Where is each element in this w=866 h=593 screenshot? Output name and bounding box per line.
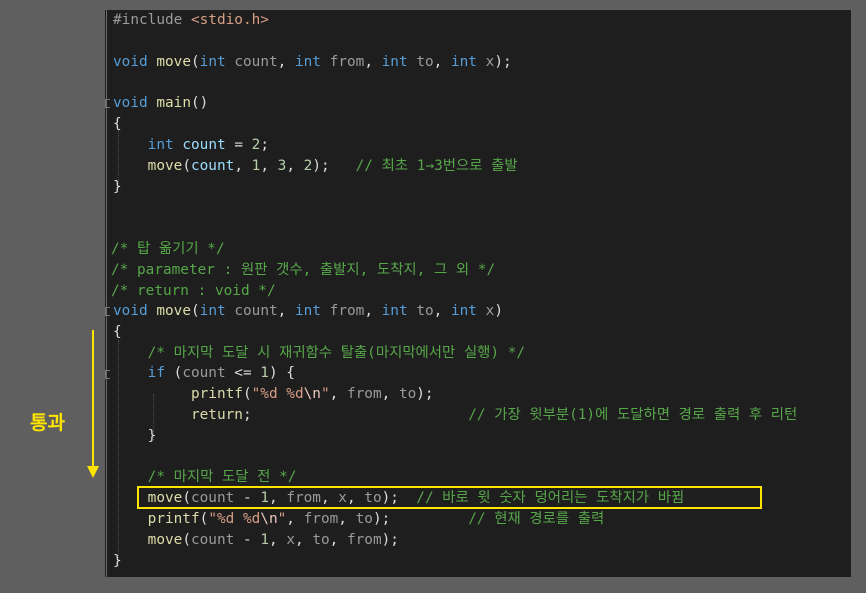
string: " [320, 386, 330, 402]
param: from [346, 386, 382, 402]
code-line-move-recursive-2: move(count - 1, x, to, from); [147, 532, 399, 548]
number: 3 [277, 158, 287, 174]
code-line-brace: } [113, 553, 122, 569]
code-line-include: #include <stdio.h> [113, 10, 269, 31]
flow-arrow-down-icon [87, 466, 99, 478]
operator: = [225, 137, 252, 153]
code-line-comment: /* 탑 옮기기 */ [111, 241, 225, 257]
escape-sequence: \n [260, 511, 278, 527]
code-line-move-decl: void move(int count, int from, int to, i… [113, 54, 512, 70]
function-name: move [156, 303, 191, 319]
comment: // 가장 윗부분(1)에 도달하면 경로 출력 후 리턴 [468, 407, 798, 423]
punctuation: ) { [268, 365, 295, 381]
keyword: void [113, 303, 148, 319]
code-line-printf-2: printf("%d %d\n", from, to); // 현재 경로를 출… [147, 511, 605, 527]
keyword: int [450, 54, 477, 70]
comment: // 현재 경로를 출력 [468, 511, 605, 527]
param: x [485, 303, 495, 319]
keyword: int [199, 54, 226, 70]
comment: /* 마지막 도달 시 재귀함수 탈출(마지막에서만 실행) */ [147, 345, 526, 361]
keyword: int [294, 54, 321, 70]
param: count [234, 303, 278, 319]
code-line-comment: /* 마지막 도달 시 재귀함수 탈출(마지막에서만 실행) */ [113, 343, 525, 364]
param: from [329, 303, 365, 319]
param: x [485, 54, 495, 70]
keyword: int [450, 303, 477, 319]
flow-arrow-shaft [92, 330, 94, 470]
fold-marker-move[interactable] [105, 307, 110, 316]
function-name: printf [147, 511, 200, 527]
fold-marker-if[interactable] [105, 370, 110, 379]
keyword: if [147, 365, 165, 381]
comment: /* 마지막 도달 전 */ [147, 469, 297, 485]
code-line-brace: } [113, 179, 122, 195]
param: count [234, 54, 278, 70]
param: to [416, 54, 434, 70]
param: to [398, 386, 417, 402]
string: "%d %d [208, 511, 261, 527]
param: count [182, 365, 226, 381]
param: x [286, 532, 295, 548]
keyword: int [147, 137, 174, 153]
number: 1 [260, 532, 269, 548]
number: 2 [303, 158, 313, 174]
code-line-main-decl: void main() [113, 93, 208, 114]
param: from [329, 54, 365, 70]
param: to [416, 303, 434, 319]
code-line-printf: printf("%d %d\n", from, to); [190, 386, 434, 402]
code-line-comment: /* return : void */ [111, 283, 276, 299]
param: to [355, 511, 373, 527]
code-line-if: if (count <= 1) { [147, 365, 295, 381]
code-line-brace: } [113, 426, 157, 447]
escape-sequence: \n [303, 386, 321, 402]
function-name: move [147, 158, 183, 174]
code-line-move-call: move(count, 1, 3, 2); // 최초 1→3번으로 출발 [147, 158, 518, 174]
keyword: int [381, 303, 408, 319]
keyword: int [381, 54, 408, 70]
keyword: int [199, 303, 226, 319]
gutter-line [106, 10, 107, 577]
code-line-brace: { [113, 116, 122, 132]
keyword: return [190, 407, 243, 423]
variable: count [182, 137, 226, 153]
code-line-brace: { [113, 324, 122, 340]
keyword: int [294, 303, 321, 319]
function-name: move [147, 532, 183, 548]
string: " [277, 511, 287, 527]
param: to [312, 532, 330, 548]
operator: <= [225, 365, 261, 381]
keyword: void [113, 54, 148, 70]
function-name: printf [190, 386, 243, 402]
keyword: void [113, 95, 148, 111]
code-line-return: return; // 가장 윗부분(1)에 도달하면 경로 출력 후 리턴 [190, 407, 798, 423]
param: from [346, 532, 382, 548]
code-line-count-decl: int count = 2; [113, 135, 269, 156]
highlight-box [137, 486, 762, 509]
include-path: <stdio.h> [190, 12, 269, 28]
code-line-comment: /* parameter : 원판 갯수, 출발지, 도착지, 그 외 */ [111, 262, 496, 278]
punctuation: ; [260, 137, 269, 153]
string: "%d %d [251, 386, 304, 402]
code-line-move-def: void move(int count, int from, int to, i… [113, 303, 503, 319]
comment: // 최초 1→3번으로 출발 [355, 158, 518, 174]
pass-through-label: 통과 [30, 412, 65, 434]
param: count [190, 532, 235, 548]
param: from [303, 511, 339, 527]
variable: count [190, 158, 235, 174]
function-name: move [156, 54, 191, 70]
punctuation: () [190, 95, 209, 111]
code-line-comment: /* 마지막 도달 전 */ [113, 467, 297, 488]
brace: } [147, 428, 157, 444]
number: 1 [251, 158, 261, 174]
number: 1 [260, 365, 269, 381]
fold-marker-main[interactable] [105, 99, 110, 108]
function-name: main [156, 95, 191, 111]
preprocessor-token: #include [113, 12, 183, 28]
